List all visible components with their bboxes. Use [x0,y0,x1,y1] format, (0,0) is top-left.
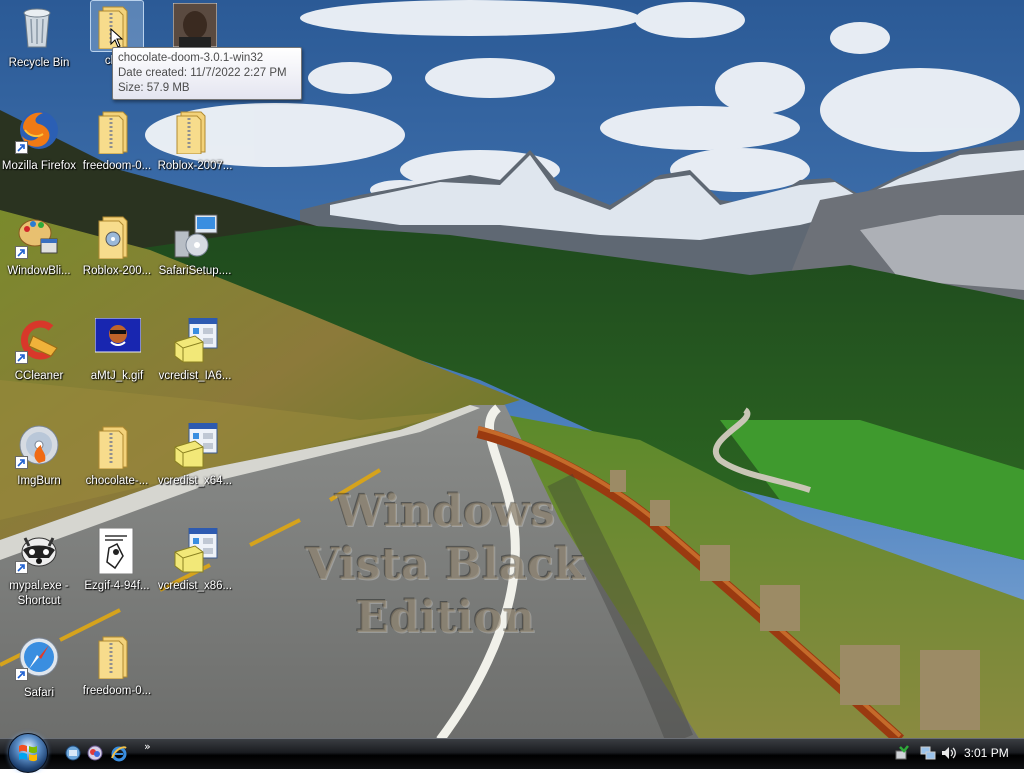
desktop-icon-vcredist-x86[interactable]: vcredist_x86... [156,525,234,621]
icon-label: Roblox-200... [82,265,152,277]
icon-label: CCleaner [14,370,64,382]
shortcut-arrow-icon [15,351,28,364]
zip-folder-icon [176,111,206,154]
desktop-icon-safarisetup[interactable]: SafariSetup.... [156,210,234,306]
desktop-icon-safari[interactable]: Safari [0,632,78,728]
switch-windows-icon[interactable] [86,744,104,762]
zip-folder-icon [98,216,128,259]
network-icon[interactable] [920,745,936,761]
desktop-icon-mypal[interactable]: mypal.exe - Shortcut [0,525,78,621]
desktop-icon-freedoom-2[interactable]: freedoom-0... [78,630,156,726]
internet-explorer-icon[interactable] [110,744,128,762]
mouse-cursor-icon [110,28,124,48]
setup-program-icon [174,318,218,363]
desktop-icon-freedoom-1[interactable]: freedoom-0... [78,105,156,201]
icon-label: Recycle Bin [8,57,70,69]
image-document-icon [98,528,134,574]
desktop-icon-ccleaner[interactable]: CCleaner [0,315,78,411]
desktop-icon-ezgif[interactable]: Ezgif-4-94f... [78,525,156,621]
desktop-icon-vcredist-x64[interactable]: vcredist_x64... [156,420,234,516]
desktop-icon-roblox-200[interactable]: Roblox-200... [78,210,156,306]
start-button[interactable] [8,733,48,773]
desktop-icon-imgburn[interactable]: ImgBurn [0,420,78,516]
safely-remove-icon[interactable] [894,745,910,761]
quick-launch-overflow-button[interactable]: » [144,740,151,753]
icon-label: chocolate-... [85,475,149,487]
icon-label: freedoom-0... [82,160,152,172]
shortcut-arrow-icon [15,141,28,154]
tooltip-file-name: chocolate-doom-3.0.1-win32 [118,52,264,64]
photo-thumbnail-icon [173,3,217,47]
desktop-icon-firefox[interactable]: Mozilla Firefox [0,105,78,201]
taskbar [0,733,1024,773]
icon-label: vcredist_x86... [157,580,233,592]
icon-label: freedoom-0... [82,685,152,697]
icon-label: Safari [23,687,55,699]
desktop-icon-chocolate[interactable]: chocolate-... [78,420,156,516]
show-desktop-icon[interactable] [64,744,82,762]
wallpaper-watermark: Windows Vista Black Edition [305,486,585,643]
shortcut-arrow-icon [15,246,28,259]
gif-image-icon [95,318,141,353]
shortcut-arrow-icon [15,561,28,574]
volume-icon[interactable] [940,745,956,761]
desktop-icon-recycle-bin[interactable]: Recycle Bin [0,2,78,98]
tooltip-date-created: Date created: 11/7/2022 2:27 PM [118,67,287,79]
desktop-icon-amtj-gif[interactable]: aMtJ_k.gif [78,315,156,411]
shortcut-arrow-icon [15,456,28,469]
icon-label: Roblox-2007... [157,160,233,172]
desktop-icon-windowblinds[interactable]: WindowBli... [0,210,78,306]
recycle-bin-icon [23,8,51,48]
taskbar-clock[interactable]: 3:01 PM [964,745,1009,761]
tooltip-size: Size: 57.9 MB [118,82,190,94]
icon-label: WindowBli... [7,265,71,277]
icon-label: aMtJ_k.gif [90,370,144,382]
icon-label: vcredist_x64... [157,475,233,487]
windows-logo-icon [19,744,37,762]
setup-program-icon [174,528,218,573]
icon-label: SafariSetup.... [158,265,232,277]
icon-label: vcredist_IA6... [158,370,232,382]
icon-label: Ezgif-4-94f... [84,580,150,592]
shortcut-arrow-icon [15,668,28,681]
setup-program-icon [174,423,218,468]
icon-label: Mozilla Firefox [1,160,77,172]
icon-label: mypal.exe - Shortcut [9,580,69,607]
desktop-icon-vcredist-ia64[interactable]: vcredist_IA6... [156,315,234,411]
icon-label: ImgBurn [17,475,61,487]
desktop-icon-roblox-2007[interactable]: Roblox-2007... [156,105,234,201]
zip-folder-icon [98,636,128,679]
zip-folder-icon [98,111,128,154]
installer-icon [174,214,218,258]
file-info-tooltip: chocolate-doom-3.0.1-win32 Date created:… [112,47,302,100]
zip-folder-icon [98,426,128,469]
